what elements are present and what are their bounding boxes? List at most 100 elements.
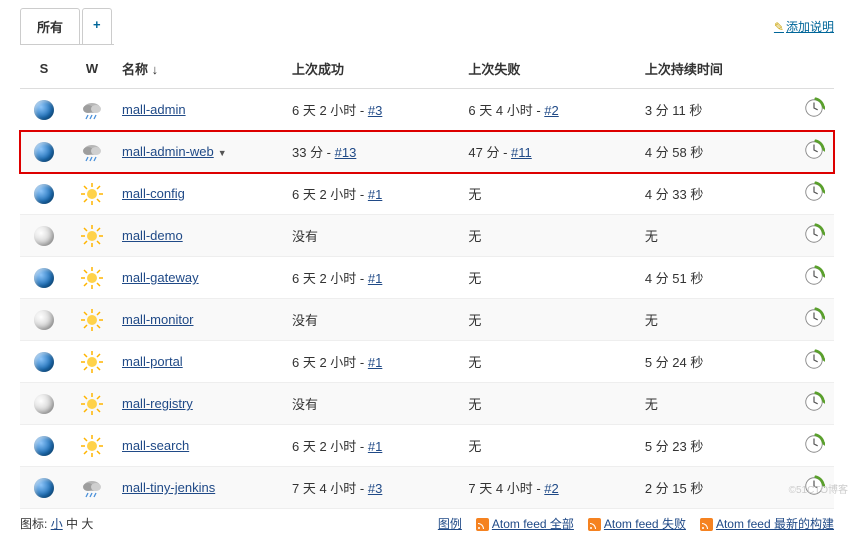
col-name[interactable]: 名称 ↓ [116, 49, 286, 89]
job-link[interactable]: mall-admin-web [122, 144, 214, 159]
last-success-cell: 没有 [286, 383, 462, 425]
last-success-cell: 6 天 2 小时 - #1 [286, 173, 462, 215]
rss-fail-link[interactable]: Atom feed 失败 [604, 517, 686, 531]
view-tabs: 所有 + [20, 8, 114, 45]
status-ball-icon [34, 100, 54, 120]
weather-icon [80, 101, 104, 116]
last-duration-cell: 4 分 51 秒 [639, 257, 794, 299]
job-link[interactable]: mall-admin [122, 102, 186, 117]
icon-size-large[interactable]: 大 [81, 517, 93, 531]
last-duration-cell: 无 [639, 383, 794, 425]
table-row: mall-portal 6 天 2 小时 - #1 无 5 分 24 秒 [20, 341, 834, 383]
last-duration-cell: 2 分 15 秒 [639, 467, 794, 509]
build-link[interactable]: #11 [511, 145, 532, 160]
last-success-cell: 6 天 2 小时 - #1 [286, 341, 462, 383]
job-link[interactable]: mall-config [122, 186, 185, 201]
last-failure-cell: 无 [462, 425, 638, 467]
schedule-build-button[interactable] [803, 265, 825, 290]
last-failure-cell: 无 [462, 257, 638, 299]
add-description-link[interactable]: ✎ 添加说明 [774, 18, 834, 35]
status-ball-icon [34, 142, 54, 162]
job-link[interactable]: mall-portal [122, 354, 183, 369]
weather-icon [80, 479, 104, 494]
build-link[interactable]: #1 [368, 187, 382, 202]
table-row: mall-monitor 没有 无 无 [20, 299, 834, 341]
schedule-build-button[interactable] [803, 223, 825, 248]
last-success-cell: 6 天 2 小时 - #1 [286, 425, 462, 467]
last-failure-cell: 无 [462, 299, 638, 341]
schedule-build-button[interactable] [803, 433, 825, 458]
schedule-build-button[interactable] [803, 307, 825, 332]
status-ball-icon [34, 184, 54, 204]
status-ball-icon [34, 310, 54, 330]
legend-link[interactable]: 图例 [438, 515, 462, 532]
status-ball-icon [34, 436, 54, 456]
last-success-cell: 没有 [286, 299, 462, 341]
col-last-success[interactable]: 上次成功 [286, 49, 462, 89]
table-row: mall-config 6 天 2 小时 - #1 无 4 分 33 秒 [20, 173, 834, 215]
table-row: mall-admin-web▼ 33 分 - #13 47 分 - #11 4 … [20, 131, 834, 173]
col-status[interactable]: S [20, 49, 68, 89]
pencil-icon: ✎ [774, 20, 784, 34]
job-link[interactable]: mall-monitor [122, 312, 194, 327]
col-weather[interactable]: W [68, 49, 116, 89]
add-description-label: 添加说明 [786, 18, 834, 35]
rss-latest-link[interactable]: Atom feed 最新的构建 [716, 517, 834, 531]
status-ball-icon [34, 478, 54, 498]
table-row: mall-admin 6 天 2 小时 - #3 6 天 4 小时 - #2 3… [20, 89, 834, 131]
last-duration-cell: 5 分 23 秒 [639, 425, 794, 467]
weather-icon [80, 437, 104, 452]
last-failure-cell: 7 天 4 小时 - #2 [462, 467, 638, 509]
status-ball-icon [34, 352, 54, 372]
build-link[interactable]: #13 [335, 145, 357, 160]
col-last-duration[interactable]: 上次持续时间 [639, 49, 794, 89]
weather-icon [80, 311, 104, 326]
last-duration-cell: 3 分 11 秒 [639, 89, 794, 131]
weather-icon [80, 395, 104, 410]
build-link[interactable]: #3 [368, 103, 382, 118]
job-link[interactable]: mall-gateway [122, 270, 199, 285]
tab-add-view[interactable]: + [82, 8, 112, 44]
col-last-failure[interactable]: 上次失败 [462, 49, 638, 89]
table-row: mall-search 6 天 2 小时 - #1 无 5 分 23 秒 [20, 425, 834, 467]
rss-all-link[interactable]: Atom feed 全部 [492, 517, 574, 531]
chevron-down-icon[interactable]: ▼ [218, 148, 227, 158]
schedule-build-button[interactable] [803, 391, 825, 416]
last-duration-cell: 4 分 58 秒 [639, 131, 794, 173]
tab-all[interactable]: 所有 [20, 8, 80, 44]
last-duration-cell: 5 分 24 秒 [639, 341, 794, 383]
schedule-build-button[interactable] [803, 97, 825, 122]
last-success-cell: 7 天 4 小时 - #3 [286, 467, 462, 509]
icon-size-picker: 图标: 小 中 大 [20, 515, 93, 532]
build-link[interactable]: #1 [368, 271, 382, 286]
build-link[interactable]: #1 [368, 439, 382, 454]
build-link[interactable]: #1 [368, 355, 382, 370]
last-duration-cell: 无 [639, 299, 794, 341]
weather-icon [80, 353, 104, 368]
jobs-table: S W 名称 ↓ 上次成功 上次失败 上次持续时间 mall-admin 6 天… [20, 49, 834, 509]
icon-size-medium[interactable]: 中 [66, 517, 78, 531]
build-link[interactable]: #3 [368, 481, 382, 496]
schedule-build-button[interactable] [803, 139, 825, 164]
last-success-cell: 6 天 2 小时 - #3 [286, 89, 462, 131]
build-link[interactable]: #2 [544, 103, 558, 118]
weather-icon [80, 269, 104, 284]
rss-icon [476, 518, 489, 531]
last-success-cell: 33 分 - #13 [286, 131, 462, 173]
schedule-build-button[interactable] [803, 349, 825, 374]
job-link[interactable]: mall-tiny-jenkins [122, 480, 215, 495]
rss-icon [588, 518, 601, 531]
build-link[interactable]: #2 [544, 481, 558, 496]
icon-size-small[interactable]: 小 [51, 517, 63, 531]
weather-icon [80, 185, 104, 200]
last-failure-cell: 无 [462, 215, 638, 257]
job-link[interactable]: mall-registry [122, 396, 193, 411]
table-row: mall-gateway 6 天 2 小时 - #1 无 4 分 51 秒 [20, 257, 834, 299]
job-link[interactable]: mall-search [122, 438, 189, 453]
table-row: mall-demo 没有 无 无 [20, 215, 834, 257]
schedule-build-button[interactable] [803, 181, 825, 206]
last-success-cell: 6 天 2 小时 - #1 [286, 257, 462, 299]
weather-icon [80, 143, 104, 158]
status-ball-icon [34, 268, 54, 288]
job-link[interactable]: mall-demo [122, 228, 183, 243]
